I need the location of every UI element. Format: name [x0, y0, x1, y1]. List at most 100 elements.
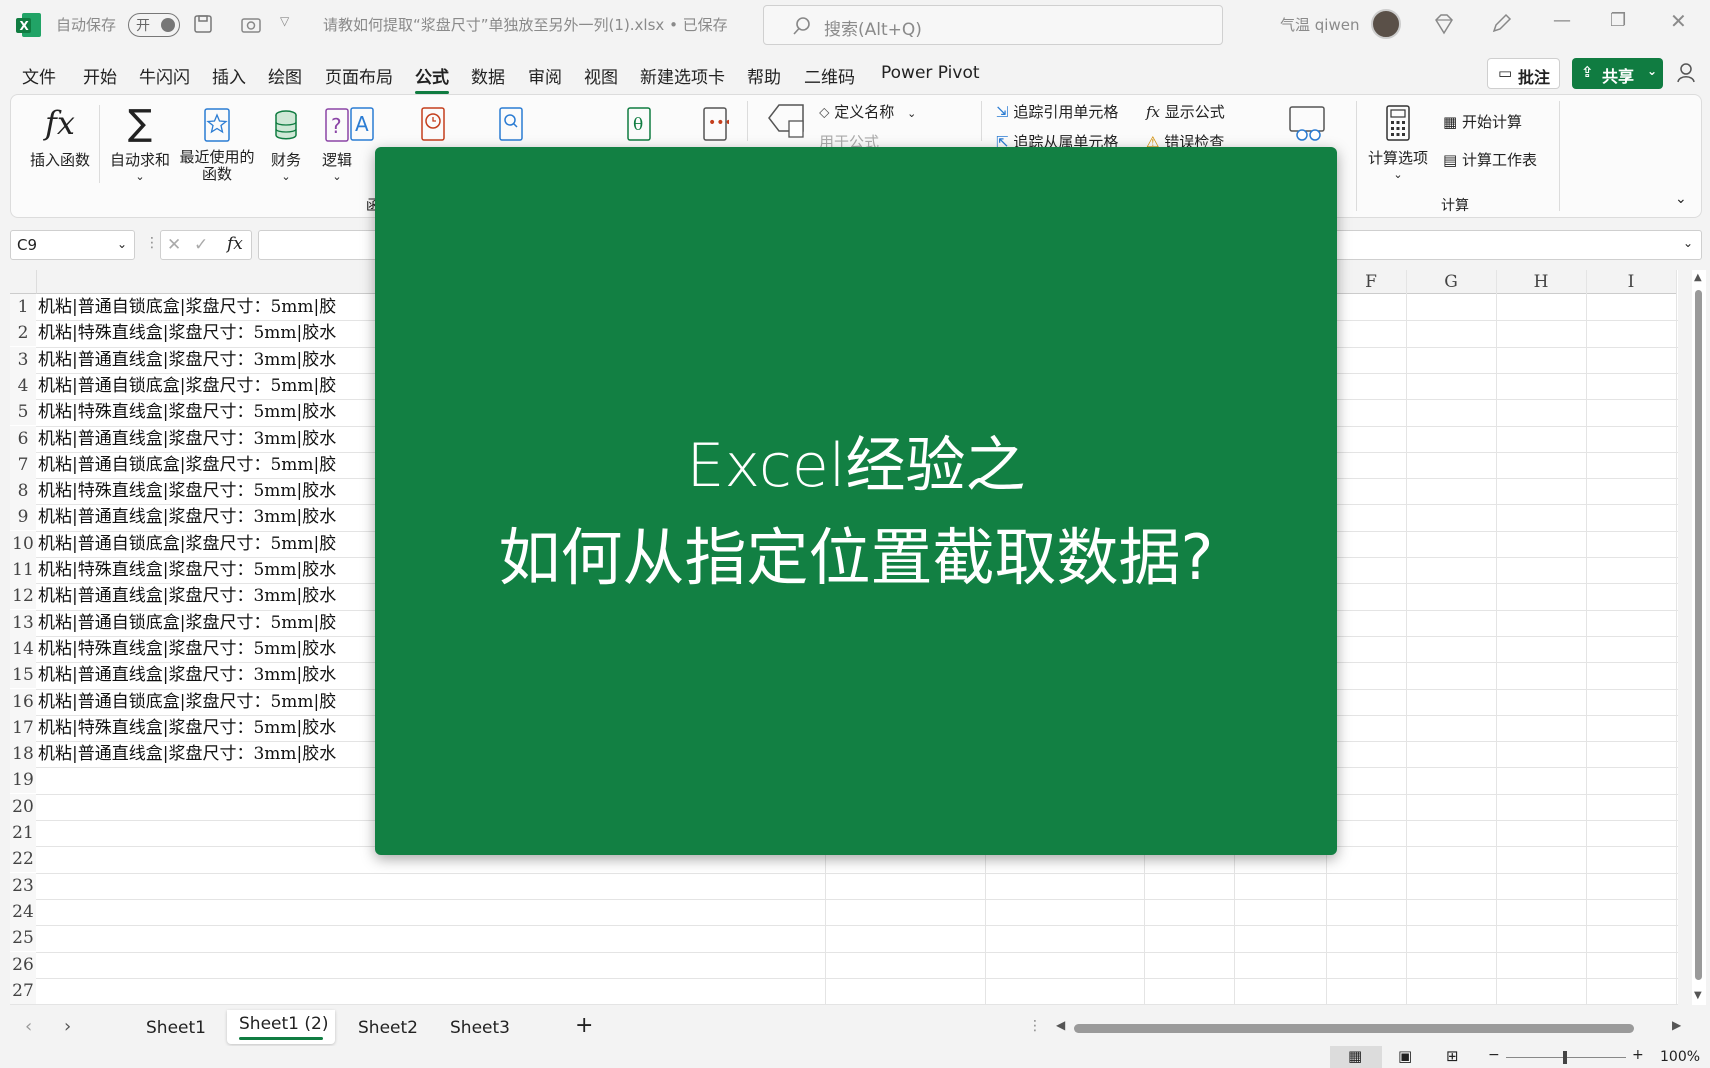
tab-formulas[interactable]: 公式 [415, 63, 449, 94]
tab-view[interactable]: 视图 [584, 63, 618, 88]
cell-a[interactable]: 机粘|普通自锁底盒|浆盘尺寸：5mm|胶 [38, 531, 336, 557]
define-name-button[interactable]: ⬦ 定义名称 ⌄ [819, 101, 916, 122]
file-name[interactable]: 请教如何提取“浆盘尺寸”单独放至另外一列(1).xlsx • 已保存 [323, 14, 728, 35]
calc-options-button[interactable]: 计算选项 ⌄ [1363, 103, 1433, 181]
next-sheet-icon[interactable]: › [64, 1016, 71, 1037]
autosave-toggle[interactable]: 开 [128, 13, 180, 37]
row-header[interactable]: 19 [10, 767, 36, 794]
cell-a[interactable]: 机粘|普通直线盒|浆盘尺寸：3mm|胶水 [38, 583, 336, 609]
zoom-out-icon[interactable]: − [1488, 1047, 1500, 1063]
page-layout-view-icon[interactable]: ▣ [1398, 1047, 1412, 1065]
scroll-right-icon[interactable]: ▶ [1672, 1018, 1681, 1032]
calc-now-button[interactable]: ▦ 开始计算 [1443, 111, 1522, 132]
pen-icon[interactable] [1490, 13, 1512, 35]
person-search-icon[interactable] [1675, 61, 1699, 85]
row-header[interactable]: 21 [10, 820, 36, 846]
cell-a[interactable]: 机粘|普通直线盒|浆盘尺寸：3mm|胶水 [38, 662, 336, 688]
camera-icon[interactable] [240, 14, 262, 34]
row-header[interactable]: 5 [10, 399, 36, 426]
calc-sheet-button[interactable]: ▤ 计算工作表 [1443, 149, 1537, 170]
recent-functions-button[interactable]: 最近使用的 函数 [175, 105, 259, 183]
cell-a[interactable]: 机粘|普通直线盒|浆盘尺寸：3mm|胶水 [38, 347, 336, 373]
tab-niushanshan[interactable]: 牛闪闪 [139, 63, 190, 88]
lookup-icon[interactable] [497, 105, 525, 143]
insert-function-button[interactable]: fx 插入函数 [25, 105, 95, 170]
column-header-f[interactable]: F [1326, 270, 1416, 294]
avatar[interactable] [1371, 9, 1401, 39]
row-header[interactable]: 1 [10, 294, 36, 320]
cell-a[interactable]: 机粘|特殊直线盒|浆盘尺寸：5mm|胶水 [38, 320, 336, 346]
tab-data[interactable]: 数据 [471, 63, 505, 88]
row-header[interactable]: 11 [10, 557, 36, 583]
row-header[interactable]: 4 [10, 372, 36, 399]
tab-qrcode[interactable]: 二维码 [804, 63, 855, 88]
row-header[interactable]: 6 [10, 425, 36, 452]
scroll-up-icon[interactable]: ▲ [1694, 272, 1702, 283]
zoom-level[interactable]: 100% [1660, 1049, 1700, 1065]
row-header[interactable]: 2 [10, 320, 36, 347]
row-header[interactable]: 3 [10, 346, 36, 373]
cell-a[interactable]: 机粘|普通自锁底盒|浆盘尺寸：5mm|胶 [38, 373, 336, 399]
collapse-ribbon-icon[interactable]: ⌄ [1675, 191, 1687, 207]
page-break-view-icon[interactable]: ⊞ [1446, 1047, 1459, 1065]
user-name[interactable]: 气温 qiwen [1280, 14, 1359, 35]
row-header[interactable]: 12 [10, 583, 36, 610]
fx-icon[interactable]: fx [227, 234, 243, 254]
save-icon[interactable] [193, 14, 213, 34]
comment-button[interactable]: ▭ 批注 [1487, 58, 1560, 89]
cell-a[interactable]: 机粘|特殊直线盒|浆盘尺寸：5mm|胶水 [38, 399, 336, 425]
select-all-corner[interactable] [10, 270, 36, 294]
row-header[interactable]: 20 [10, 793, 36, 820]
search-box[interactable]: 搜索(Alt+Q) [763, 5, 1223, 45]
normal-view-button[interactable]: ▦ [1330, 1046, 1382, 1068]
text-function-icon[interactable]: A [349, 105, 375, 143]
row-header[interactable]: 15 [10, 662, 36, 689]
tab-power-pivot[interactable]: Power Pivot [881, 63, 980, 83]
row-header[interactable]: 24 [10, 898, 36, 925]
scroll-down-icon[interactable]: ▼ [1694, 990, 1702, 1001]
minimize-icon[interactable]: — [1553, 10, 1571, 31]
math-trig-icon[interactable]: θ [625, 105, 653, 143]
cell-a[interactable]: 机粘|普通直线盒|浆盘尺寸：3mm|胶水 [38, 741, 336, 767]
cell-a[interactable]: 机粘|普通自锁底盒|浆盘尺寸：5mm|胶 [38, 610, 336, 636]
share-button[interactable]: ⇪ 共享 ⌄ [1572, 58, 1663, 89]
sheet-tab-sheet1[interactable]: Sheet1 [146, 1018, 206, 1038]
column-header-i[interactable]: I [1586, 270, 1676, 294]
zoom-in-icon[interactable]: + [1632, 1047, 1644, 1063]
close-icon[interactable]: ✕ [1670, 9, 1687, 33]
tab-insert[interactable]: 插入 [212, 63, 246, 88]
row-header[interactable]: 18 [10, 741, 36, 768]
scroll-left-icon[interactable]: ◀ [1056, 1018, 1065, 1032]
enter-icon[interactable]: ✓ [194, 235, 208, 255]
cell-a[interactable]: 机粘|普通自锁底盒|浆盘尺寸：5mm|胶 [38, 452, 336, 478]
add-sheet-button[interactable]: + [575, 1013, 593, 1038]
cell-a[interactable]: 机粘|特殊直线盒|浆盘尺寸：5mm|胶水 [38, 715, 336, 741]
vertical-scrollbar-track[interactable]: ▲ ▼ [1692, 270, 1706, 1005]
more-functions-icon[interactable]: ••• [701, 105, 729, 143]
row-header[interactable]: 26 [10, 951, 36, 978]
column-header-h[interactable]: H [1496, 270, 1586, 294]
vertical-scroll-thumb[interactable] [1695, 290, 1702, 980]
tab-review[interactable]: 审阅 [528, 63, 562, 88]
autosum-button[interactable]: ∑ 自动求和 ⌄ [107, 105, 173, 184]
row-header[interactable]: 16 [10, 688, 36, 715]
cell-a[interactable]: 机粘|特殊直线盒|浆盘尺寸：5mm|胶水 [38, 557, 336, 583]
expand-formula-icon[interactable]: ⌄ [1683, 236, 1693, 250]
zoom-slider-thumb[interactable] [1563, 1051, 1567, 1064]
watch-window-icon[interactable] [1288, 103, 1328, 143]
cell-a[interactable]: 机粘|普通直线盒|浆盘尺寸：3mm|胶水 [38, 426, 336, 452]
prev-sheet-icon[interactable]: ‹ [25, 1016, 32, 1037]
restore-icon[interactable]: ❐ [1610, 10, 1626, 31]
financial-button[interactable]: 财务 ⌄ [261, 105, 311, 183]
horizontal-scroll-thumb[interactable] [1074, 1024, 1634, 1033]
column-header-g[interactable]: G [1406, 270, 1496, 294]
cell-a[interactable]: 机粘|特殊直线盒|浆盘尺寸：5mm|胶水 [38, 636, 336, 662]
tab-page-layout[interactable]: 页面布局 [325, 63, 393, 88]
sheet-tab-sheet2[interactable]: Sheet2 [358, 1018, 418, 1038]
tab-file[interactable]: 文件 [22, 63, 56, 88]
cell-a[interactable]: 机粘|普通直线盒|浆盘尺寸：3mm|胶水 [38, 504, 336, 530]
tab-new-tab[interactable]: 新建选项卡 [640, 63, 725, 88]
chevron-down-icon[interactable]: ⌄ [117, 237, 127, 251]
trace-precedents-button[interactable]: ⇲ 追踪引用单元格 [996, 101, 1118, 122]
cancel-icon[interactable]: ✕ [167, 235, 181, 255]
